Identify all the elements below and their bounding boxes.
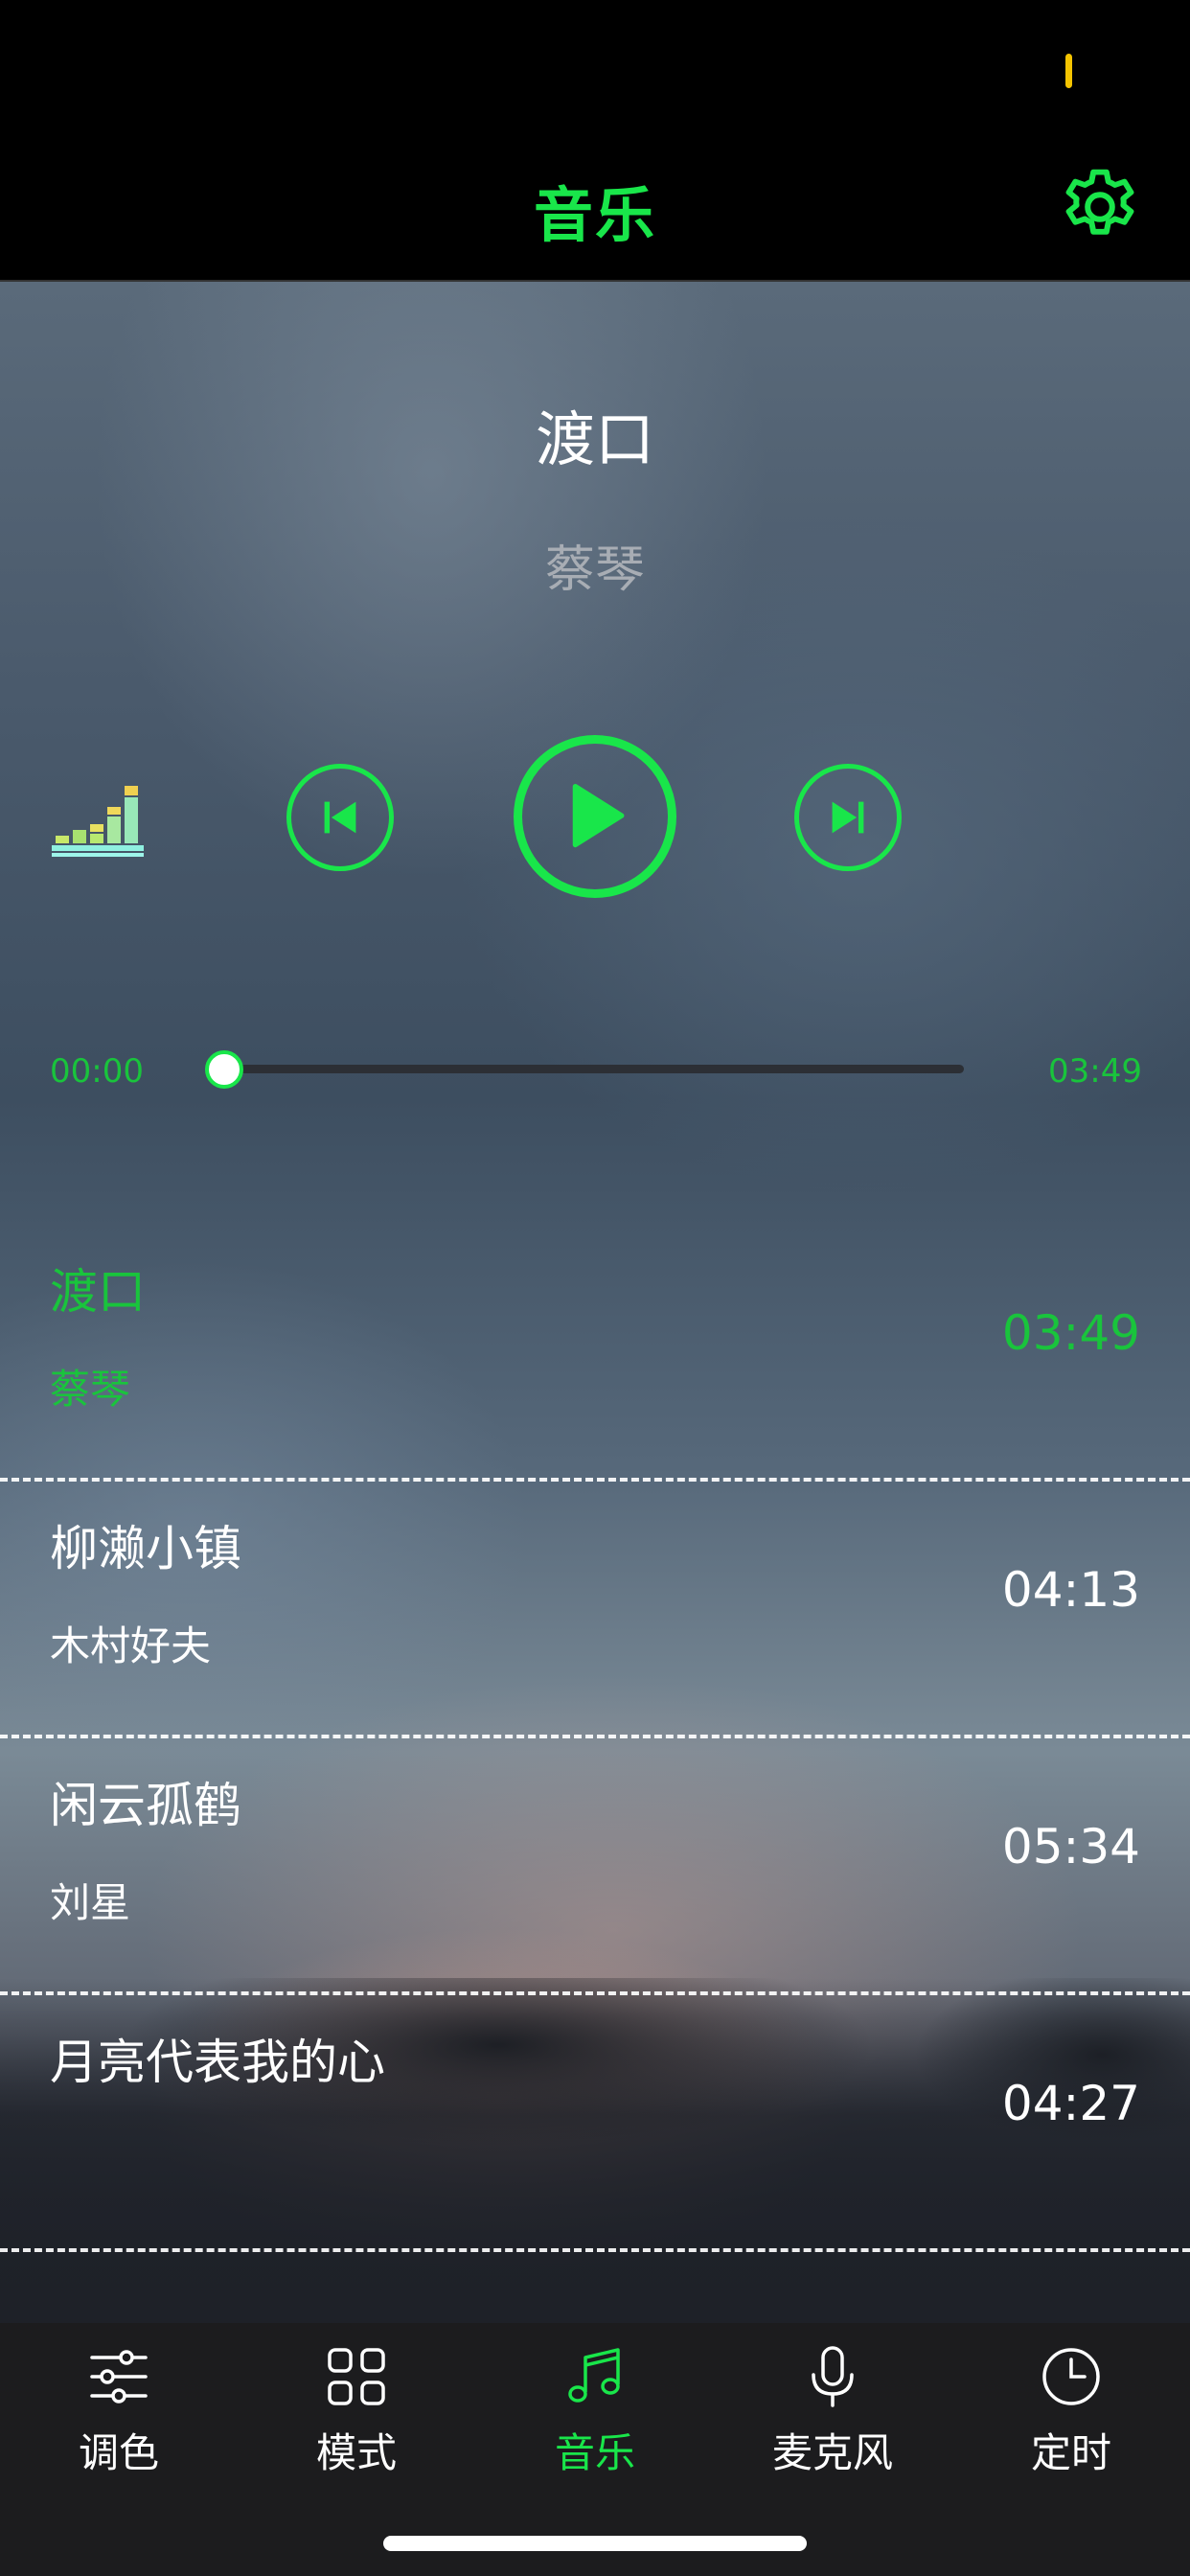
track-title: 月亮代表我的心 [50, 2035, 385, 2090]
nav-bar: 音乐 [0, 134, 1190, 282]
list-item[interactable]: 渡口 蔡琴 03:49 [0, 1225, 1190, 1482]
track-duration: 05:34 [1001, 1819, 1140, 1874]
now-playing-title: 渡口 [535, 404, 654, 474]
status-bar [0, 0, 1190, 134]
battery-indicator [1065, 54, 1072, 88]
tab-label: 定时 [1030, 2429, 1111, 2476]
microphone-icon [812, 2346, 854, 2407]
previous-button[interactable] [286, 764, 394, 871]
total-time: 03:49 [1048, 1052, 1142, 1091]
track-title: 柳濑小镇 [50, 1521, 241, 1576]
list-item[interactable]: 柳濑小镇 木村好夫 04:13 [0, 1482, 1190, 1738]
track-artist: 蔡琴 [50, 1366, 131, 1413]
now-playing-artist: 蔡琴 [544, 541, 645, 599]
tab-microphone[interactable]: 麦克风 [714, 2344, 951, 2488]
play-icon [572, 784, 625, 848]
clock-icon [1042, 2348, 1100, 2405]
row-divider [0, 2248, 1190, 2252]
current-time: 00:00 [50, 1052, 144, 1091]
tab-mode[interactable]: 模式 [238, 2344, 475, 2488]
track-artist: 木村好夫 [50, 1622, 212, 1669]
page-title: 音乐 [533, 180, 656, 250]
settings-button[interactable] [1054, 161, 1146, 253]
track-title: 闲云孤鹤 [50, 1778, 241, 1833]
grid-icon [328, 2348, 385, 2405]
tab-color[interactable]: 调色 [0, 2344, 238, 2488]
skip-previous-icon [324, 801, 356, 834]
skip-next-icon [832, 801, 864, 834]
music-screen: 音乐 渡口 蔡琴 00:00 03:49 渡口 蔡琴 03:49 柳濑小镇 木村… [0, 0, 1190, 2576]
play-button[interactable] [514, 735, 676, 898]
equalizer-button[interactable] [52, 786, 144, 859]
tab-label: 音乐 [554, 2429, 635, 2476]
sliders-icon [90, 2350, 148, 2404]
track-duration: 04:27 [1001, 2076, 1140, 2131]
progress-thumb[interactable] [205, 1050, 243, 1089]
home-indicator [383, 2536, 807, 2551]
track-duration: 04:13 [1001, 1562, 1140, 1618]
track-artist: 刘星 [50, 1879, 131, 1926]
track-title: 渡口 [50, 1264, 146, 1320]
tab-label: 模式 [315, 2429, 397, 2476]
tab-label: 调色 [78, 2429, 159, 2476]
track-duration: 03:49 [1001, 1305, 1140, 1361]
list-item[interactable]: 闲云孤鹤 刘星 05:34 [0, 1738, 1190, 1995]
list-item[interactable]: 月亮代表我的心 04:27 [0, 1995, 1190, 2252]
equalizer-icon [52, 786, 144, 857]
gear-icon [1065, 169, 1134, 235]
tab-music[interactable]: 音乐 [476, 2344, 714, 2488]
next-button[interactable] [794, 764, 902, 871]
tab-timer[interactable]: 定时 [952, 2344, 1190, 2488]
music-note-icon [568, 2348, 620, 2403]
progress-slider[interactable] [224, 1065, 964, 1073]
tab-label: 麦克风 [771, 2429, 893, 2476]
